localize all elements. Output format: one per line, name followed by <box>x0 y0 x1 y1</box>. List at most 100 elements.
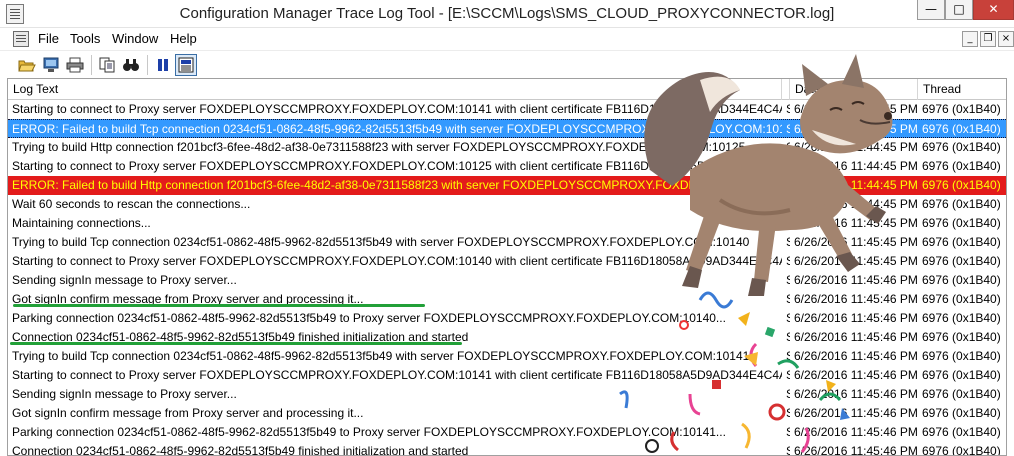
component-cell: SM <box>782 195 790 214</box>
log-grid[interactable]: Log Text Date/Time Thread Starting to co… <box>7 78 1007 456</box>
log-row[interactable]: Starting to connect to Proxy server FOXD… <box>8 366 1006 385</box>
document-close-button[interactable]: × <box>998 31 1014 47</box>
date-time-cell: 6/26/2016 11:45:45 PM <box>794 254 918 268</box>
date-time-cell: 6/26/2016 11:45:45 PM <box>794 235 918 249</box>
grid-header: Log Text Date/Time Thread <box>8 79 1006 100</box>
thread-cell: 6976 (0x1B40) <box>922 330 1001 344</box>
log-row[interactable]: Wait 60 seconds to rescan the connection… <box>8 195 1006 214</box>
log-text-cell: Starting to connect to Proxy server FOXD… <box>12 102 782 116</box>
component-cell: SM <box>782 385 790 404</box>
log-text-cell: Starting to connect to Proxy server FOXD… <box>12 254 782 268</box>
log-row[interactable]: Trying to build Tcp connection 0234cf51-… <box>8 233 1006 252</box>
open-on-server-icon[interactable] <box>40 54 62 76</box>
component-cell: SM <box>782 214 790 233</box>
log-text-cell: Got signIn confirm message from Proxy se… <box>12 406 364 420</box>
log-row[interactable]: ERROR: Failed to build Http connection f… <box>8 176 1006 195</box>
log-row[interactable]: Parking connection 0234cf51-0862-48f5-99… <box>8 423 1006 442</box>
menu-help[interactable]: Help <box>170 31 197 46</box>
log-text-cell: Starting to connect to Proxy server FOXD… <box>12 368 782 382</box>
document-restore-button[interactable]: ❐ <box>980 31 996 47</box>
component-cell: SM <box>782 442 790 455</box>
log-row[interactable]: Connection 0234cf51-0862-48f5-9962-82d55… <box>8 442 1006 456</box>
column-header-thread[interactable]: Thread <box>918 79 1006 100</box>
thread-cell: 6976 (0x1B40) <box>922 122 1001 136</box>
component-cell: SM <box>782 423 790 442</box>
thread-cell: 6976 (0x1B40) <box>922 197 1001 211</box>
details-view-icon[interactable] <box>175 54 197 76</box>
highlight-underline-connection-started <box>10 342 462 345</box>
maximize-button[interactable]: □ <box>945 0 973 20</box>
log-text-cell: Sending signIn message to Proxy server..… <box>12 387 237 401</box>
column-header-log-text[interactable]: Log Text <box>8 79 782 100</box>
thread-cell: 6976 (0x1B40) <box>922 235 1001 249</box>
menu-file[interactable]: File <box>38 31 59 46</box>
date-time-cell: 6/26/2016 11:45:46 PM <box>794 387 918 401</box>
close-button[interactable]: ✕ <box>973 0 1014 20</box>
date-time-cell: 6/26/2016 11:45:46 PM <box>794 311 918 325</box>
date-time-cell: 6/26/2016 11:45:46 PM <box>794 444 918 456</box>
log-row[interactable]: ERROR: Failed to build Tcp connection 02… <box>8 119 1006 139</box>
component-cell: SM <box>782 290 790 309</box>
log-row[interactable]: Maintaining connections... SM 6/26/2016 11… <box>8 214 1006 233</box>
component-cell: SM <box>782 233 790 252</box>
document-minimize-button[interactable]: _ <box>962 31 978 47</box>
thread-cell: 6976 (0x1B40) <box>922 349 1001 363</box>
log-row[interactable]: Got signIn confirm message from Proxy se… <box>8 404 1006 423</box>
log-text-cell: ERROR: Failed to build Tcp connection 02… <box>12 122 782 136</box>
component-cell: SM <box>782 328 790 347</box>
date-time-cell: 6/26/2016 11:44:45 PM <box>794 178 918 192</box>
menu-tools[interactable]: Tools <box>70 31 100 46</box>
copy-icon[interactable] <box>96 54 118 76</box>
column-header-date-time[interactable]: Date/Time <box>790 79 918 100</box>
document-window-icon[interactable] <box>13 31 29 47</box>
date-time-cell: 6/26/2016 11:45:46 PM <box>794 292 918 306</box>
thread-cell: 6976 (0x1B40) <box>922 254 1001 268</box>
log-row[interactable]: Sending signIn message to Proxy server..… <box>8 271 1006 290</box>
toolbar <box>0 50 1014 78</box>
menu-bar: File Tools Window Help _ ❐ × <box>0 28 1014 50</box>
date-time-cell: 6/26/2016 11:44:45 PM <box>794 122 918 136</box>
thread-cell: 6976 (0x1B40) <box>922 273 1001 287</box>
log-text-cell: Maintaining connections... <box>12 216 151 230</box>
log-row[interactable]: Starting to connect to Proxy server FOXD… <box>8 157 1006 176</box>
menu-window[interactable]: Window <box>112 31 158 46</box>
date-time-cell: 6/26/2016 11:45:46 PM <box>794 330 918 344</box>
thread-cell: 6976 (0x1B40) <box>922 311 1001 325</box>
component-cell: SM <box>782 347 790 366</box>
component-cell: SM <box>782 309 790 328</box>
log-text-cell: ERROR: Failed to build Http connection f… <box>12 178 782 192</box>
open-icon[interactable] <box>16 54 38 76</box>
log-row[interactable]: Starting to connect to Proxy server FOXD… <box>8 100 1006 119</box>
log-row[interactable]: Parking connection 0234cf51-0862-48f5-99… <box>8 309 1006 328</box>
find-icon[interactable] <box>120 54 142 76</box>
print-icon[interactable] <box>64 54 86 76</box>
column-header-component[interactable] <box>782 79 790 100</box>
log-text-cell: Connection 0234cf51-0862-48f5-9962-82d55… <box>12 444 469 456</box>
thread-cell: 6976 (0x1B40) <box>922 216 1001 230</box>
log-text-cell: Wait 60 seconds to rescan the connection… <box>12 197 251 211</box>
pause-icon[interactable] <box>152 54 174 76</box>
highlight-underline-signin <box>13 304 425 307</box>
log-row[interactable]: Trying to build Http connection f201bcf3… <box>8 138 1006 157</box>
log-text-cell: Parking connection 0234cf51-0862-48f5-99… <box>12 425 726 439</box>
title-bar: Configuration Manager Trace Log Tool - [… <box>0 0 1014 28</box>
minimize-button[interactable]: — <box>917 0 945 20</box>
component-cell: SM <box>782 120 790 139</box>
log-text-cell: Trying to build Tcp connection 0234cf51-… <box>12 235 750 249</box>
log-text-cell: Sending signIn message to Proxy server..… <box>12 273 237 287</box>
date-time-cell: 6/26/2016 11:44:45 PM <box>794 140 918 154</box>
log-row[interactable]: Trying to build Tcp connection 0234cf51-… <box>8 347 1006 366</box>
component-cell: SM <box>782 271 790 290</box>
log-text-cell: Parking connection 0234cf51-0862-48f5-99… <box>12 311 726 325</box>
component-cell: SM <box>782 404 790 423</box>
log-row[interactable]: Starting to connect to Proxy server FOXD… <box>8 252 1006 271</box>
thread-cell: 6976 (0x1B40) <box>922 159 1001 173</box>
component-cell: SM <box>782 138 790 157</box>
date-time-cell: 6/26/2016 11:44:45 PM <box>794 197 918 211</box>
log-text-cell: Trying to build Tcp connection 0234cf51-… <box>12 349 750 363</box>
thread-cell: 6976 (0x1B40) <box>922 292 1001 306</box>
log-row[interactable]: Sending signIn message to Proxy server..… <box>8 385 1006 404</box>
component-cell: SM <box>782 176 790 195</box>
thread-cell: 6976 (0x1B40) <box>922 444 1001 456</box>
date-time-cell: 6/26/2016 11:44:45 PM <box>794 159 918 173</box>
